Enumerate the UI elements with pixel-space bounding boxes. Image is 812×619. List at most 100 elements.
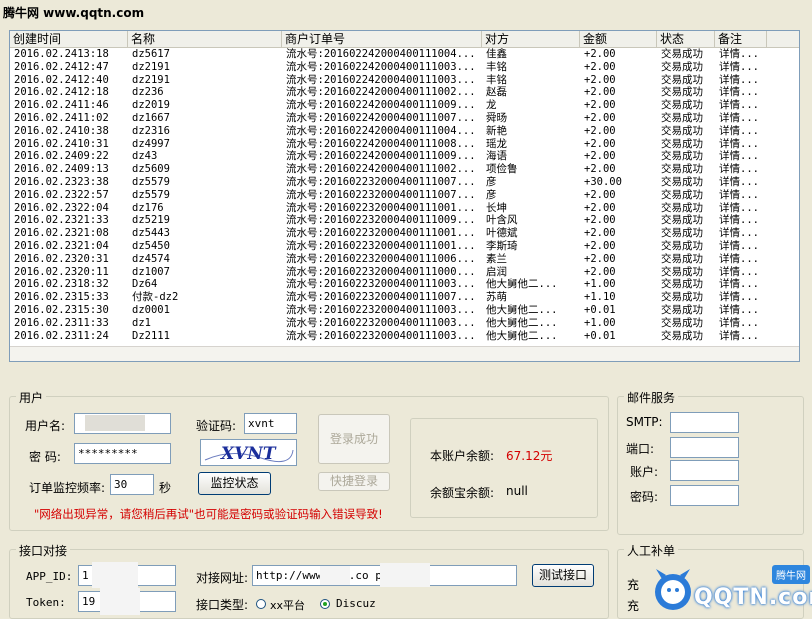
cell-remark: 详情... — [719, 150, 759, 163]
table-row[interactable]: 2016.02.2412:18 dz236 流水号:2016022420004001… — [10, 86, 799, 99]
cell-remark: 详情... — [719, 163, 759, 176]
radio-xx-platform[interactable] — [256, 599, 266, 609]
captcha-image-text: XVNT — [220, 444, 277, 464]
column-header-order-number[interactable]: 商户订单号 — [282, 31, 482, 47]
cell-created-time: 2016.02.2320:31 — [14, 252, 109, 265]
cell-status: 交易成功 — [661, 188, 703, 201]
cell-remark: 详情... — [719, 124, 759, 137]
balance-label: 本账户余额: — [430, 449, 495, 463]
cell-amount: +2.00 — [584, 265, 616, 278]
column-header-counterparty[interactable]: 对方 — [482, 31, 580, 47]
table-row[interactable]: 2016.02.2412:40 dz2191 流水号:201602242000400… — [10, 74, 799, 87]
captcha-input[interactable]: xvnt — [244, 413, 297, 434]
cell-name: dz2191 — [132, 60, 170, 73]
column-header-created-time[interactable]: 创建时间 — [10, 31, 128, 47]
cell-remark: 详情... — [719, 303, 759, 316]
cell-created-time: 2016.02.2409:22 — [14, 150, 109, 163]
table-horizontal-scrollbar[interactable] — [10, 346, 799, 361]
cell-order-number: 流水号:201602242000400111003... — [286, 73, 476, 86]
table-row[interactable]: 2016.02.2410:38 dz2316 流水号:201602242000400… — [10, 125, 799, 138]
mail-password-input[interactable] — [670, 485, 739, 506]
table-row[interactable]: 2016.02.2411:02 dz1667 流水号:201602242000400… — [10, 112, 799, 125]
table-row[interactable]: 2016.02.2318:32 Dz64 流水号:20160223200040011… — [10, 278, 799, 291]
table-row[interactable]: 2016.02.2321:33 dz5219 流水号:201602232000400… — [10, 214, 799, 227]
login-button[interactable]: 登录成功 — [318, 414, 390, 464]
monitor-frequency-input[interactable]: 30 — [110, 474, 154, 495]
table-row[interactable]: 2016.02.2412:47 dz2191 流水号:201602242000400… — [10, 61, 799, 74]
cell-amount: +2.00 — [584, 48, 616, 60]
cell-status: 交易成功 — [661, 73, 703, 86]
cell-status: 交易成功 — [661, 201, 703, 214]
table-row[interactable]: 2016.02.2413:18 dz5617 流水号:201602242000400… — [10, 48, 799, 61]
cell-created-time: 2016.02.2322:57 — [14, 188, 109, 201]
cell-amount: +2.00 — [584, 214, 616, 227]
port-input[interactable] — [670, 437, 739, 458]
transaction-table[interactable]: 创建时间 名称 商户订单号 对方 金额 状态 备注 2016.02.2413:1… — [9, 30, 800, 362]
cell-created-time: 2016.02.2320:11 — [14, 265, 109, 278]
cell-counterparty: 赵磊 — [486, 86, 507, 99]
cell-amount: +2.00 — [584, 201, 616, 214]
mail-account-input[interactable] — [670, 460, 739, 481]
cell-amount: +0.01 — [584, 303, 616, 316]
captcha-image[interactable]: XVNT — [200, 439, 297, 466]
password-label: 密 码: — [29, 450, 61, 464]
cell-status: 交易成功 — [661, 227, 703, 240]
table-row[interactable]: 2016.02.2322:04 dz176 流水号:2016022320004001… — [10, 202, 799, 215]
table-row[interactable]: 2016.02.2321:08 dz5443 流水号:201602232000400… — [10, 227, 799, 240]
cell-amount: +2.00 — [584, 99, 616, 112]
monitor-status-button[interactable]: 监控状态 — [198, 472, 271, 495]
column-header-remark[interactable]: 备注 — [715, 31, 767, 47]
cell-counterparty: 他大舅他二... — [486, 316, 558, 329]
cell-remark: 详情... — [719, 86, 759, 99]
cell-remark: 详情... — [719, 265, 759, 278]
password-input[interactable]: ********* — [74, 443, 171, 464]
cell-counterparty: 彦 — [486, 175, 497, 188]
mail-account-label: 账户: — [630, 465, 659, 479]
cell-amount: +1.10 — [584, 291, 616, 304]
cell-created-time: 2016.02.2410:38 — [14, 124, 109, 137]
quick-login-button[interactable]: 快捷登录 — [318, 472, 390, 491]
smtp-input[interactable] — [670, 412, 739, 433]
cell-status: 交易成功 — [661, 99, 703, 112]
table-row[interactable]: 2016.02.2315:30 dz0001 流水号:201602232000400… — [10, 304, 799, 317]
cell-counterparty: 他大舅他二... — [486, 278, 558, 291]
column-header-name[interactable]: 名称 — [128, 31, 282, 47]
cell-status: 交易成功 — [661, 278, 703, 291]
table-row[interactable]: 2016.02.2409:13 dz5609 流水号:201602242000400… — [10, 163, 799, 176]
table-row[interactable]: 2016.02.2322:57 dz5579 流水号:201602232000400… — [10, 189, 799, 202]
table-row[interactable]: 2016.02.2320:11 dz1007 流水号:201602232000400… — [10, 266, 799, 279]
cell-order-number: 流水号:201602242000400111009... — [286, 99, 476, 112]
cell-counterparty: 瑶龙 — [486, 137, 507, 150]
cell-remark: 详情... — [719, 111, 759, 124]
table-row[interactable]: 2016.02.2410:31 dz4997 流水号:201602242000400… — [10, 138, 799, 151]
cell-order-number: 流水号:201602232000400111009... — [286, 214, 476, 227]
cell-counterparty: 他大舅他二... — [486, 303, 558, 316]
column-header-amount[interactable]: 金额 — [580, 31, 657, 47]
cell-created-time: 2016.02.2412:47 — [14, 60, 109, 73]
cell-created-time: 2016.02.2411:02 — [14, 111, 109, 124]
cell-order-number: 流水号:201602232000400111001... — [286, 227, 476, 240]
cell-name: dz2019 — [132, 99, 170, 112]
manual-label-2: 充 — [627, 599, 640, 613]
table-row[interactable]: 2016.02.2409:22 dz43 流水号:20160224200040011… — [10, 150, 799, 163]
cell-name: dz5617 — [132, 48, 170, 60]
table-row[interactable]: 2016.02.2323:38 dz5579 流水号:201602232000400… — [10, 176, 799, 189]
cell-name: dz236 — [132, 86, 164, 99]
column-header-status[interactable]: 状态 — [657, 31, 715, 47]
test-api-button[interactable]: 测试接口 — [532, 564, 594, 587]
cell-counterparty: 新艳 — [486, 124, 507, 137]
table-row[interactable]: 2016.02.2411:46 dz2019 流水号:201602242000400… — [10, 99, 799, 112]
api-type-label: 接口类型: — [196, 598, 249, 612]
cell-order-number: 流水号:201602232000400111007... — [286, 291, 476, 304]
token-redaction — [100, 588, 140, 615]
radio-discuz-label[interactable]: Discuz — [336, 597, 376, 610]
table-row[interactable]: 2016.02.2311:24 Dz2111 流水号:201602232000400… — [10, 330, 799, 343]
table-row[interactable]: 2016.02.2311:33 dz1 流水号:201602232000400111… — [10, 317, 799, 330]
radio-xx-platform-label[interactable]: xx平台 — [270, 597, 305, 613]
table-row[interactable]: 2016.02.2315:33 付款-dz2 流水号:201602232000400… — [10, 291, 799, 304]
radio-discuz[interactable] — [320, 599, 330, 609]
table-row[interactable]: 2016.02.2320:31 dz4574 流水号:201602232000400… — [10, 253, 799, 266]
cell-created-time: 2016.02.2412:18 — [14, 86, 109, 99]
cell-counterparty: 丰铭 — [486, 73, 507, 86]
table-row[interactable]: 2016.02.2321:04 dz5450 流水号:201602232000400… — [10, 240, 799, 253]
